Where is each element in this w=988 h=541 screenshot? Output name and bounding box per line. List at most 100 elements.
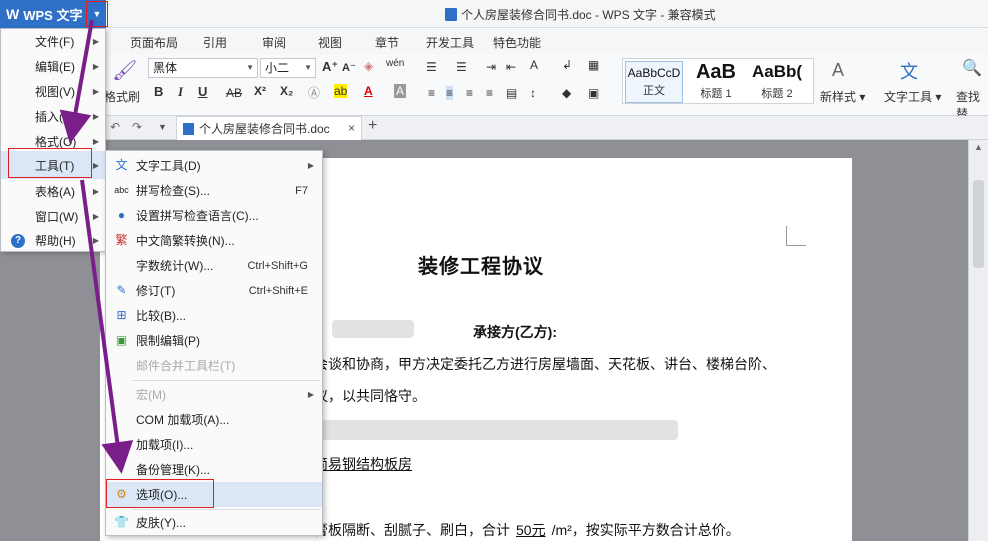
menu-item-com-addins[interactable]: COM 加载项(A)... — [106, 407, 322, 432]
tab-page-layout[interactable]: 页面布局 — [130, 34, 178, 51]
font-color-icon[interactable]: A — [364, 84, 373, 98]
menu-item-spell-check[interactable]: abc 拼写检查(S)... F7 — [106, 178, 322, 203]
tab-view[interactable]: 视图 — [318, 34, 342, 51]
style-heading-1[interactable]: AaB 标题 1 — [687, 61, 745, 103]
highlight-box-tools — [8, 148, 92, 178]
menu-item-file[interactable]: 文件(F) ▶ — [1, 29, 105, 54]
format-painter-label[interactable]: 格式刷 — [104, 88, 140, 105]
text-effect-icon[interactable]: Ⓐ — [308, 84, 320, 101]
tab-review[interactable]: 审阅 — [262, 34, 286, 51]
shrink-font-icon[interactable]: A⁻ — [342, 61, 356, 74]
menu-item-help[interactable]: ? 帮助(H) ▶ — [1, 228, 105, 253]
line-spacing-icon[interactable]: ↕ — [530, 86, 536, 100]
show-hide-marks-icon[interactable]: ↲ — [562, 58, 572, 72]
menu-item-restrict-editing[interactable]: ▣ 限制编辑(P) — [106, 328, 322, 353]
italic-button[interactable]: I — [178, 84, 183, 100]
pinyin-guide-icon[interactable]: wén — [386, 58, 404, 69]
app-main-menu: 文件(F) ▶ 编辑(E) ▶ 视图(V) ▶ 插入(I) ▶ 格式(O) ▶ 工具(T)… — [0, 28, 106, 252]
title-bar: W WPS 文字 ▼ 个人房屋装修合同书.doc - WPS 文字 - 兼容模式 — [0, 0, 988, 28]
highlight-box-options — [106, 479, 214, 508]
submenu-arrow-icon: ▶ — [92, 87, 99, 96]
font-size-select[interactable]: 小二 ▼ — [260, 58, 316, 78]
scrollbar-thumb[interactable] — [973, 180, 984, 268]
table-grid-icon[interactable]: ▦ — [588, 58, 599, 72]
scroll-up-icon[interactable]: ▲ — [974, 142, 983, 152]
ribbon-tabs: 页面布局 引用 审阅 视图 章节 开发工具 特色功能 — [0, 28, 988, 54]
shading-icon[interactable]: ◆ — [562, 86, 571, 100]
tab-developer[interactable]: 开发工具 — [426, 34, 474, 51]
menu-item-skin[interactable]: 👕 皮肤(Y)... — [106, 510, 322, 535]
menu-item-addins[interactable]: 加载项(I)... — [106, 432, 322, 457]
style-normal[interactable]: AaBbCcD 正文 — [625, 61, 683, 103]
menu-item-edit[interactable]: 编辑(E) ▶ — [1, 54, 105, 79]
close-tab-icon[interactable]: × — [348, 121, 355, 135]
align-left-icon[interactable]: ≡ — [428, 86, 435, 100]
menu-item-mail-merge-toolbar: 邮件合并工具栏(T) — [136, 359, 236, 373]
submenu-arrow-icon: ▶ — [92, 37, 99, 46]
menu-item-chinese-conversion[interactable]: 繁中文简繁转换(N)... — [106, 228, 322, 253]
highlight-box-dropdown — [86, 1, 108, 27]
globe-icon: ● — [117, 208, 126, 222]
submenu-arrow-icon: ▶ — [92, 137, 99, 146]
align-center-icon[interactable]: ≡ — [446, 86, 454, 100]
wps-logo-icon: W — [6, 6, 20, 22]
style-heading-2[interactable]: AaBb( 标题 2 — [747, 61, 807, 103]
document-tab[interactable]: 个人房屋装修合同书.doc × — [176, 116, 362, 140]
menu-item-insert[interactable]: 插入(I) ▶ — [1, 104, 105, 129]
grow-font-icon[interactable]: A⁺ — [322, 59, 338, 75]
find-replace-icon: 🔍 — [962, 60, 982, 77]
subscript-icon[interactable]: X₂ — [280, 84, 293, 98]
menu-item-spell-language[interactable]: ● 设置拼写检查语言(C)... — [106, 203, 322, 228]
document-icon — [445, 8, 457, 21]
menu-item-compare[interactable]: ⊞ 比较(B)... — [106, 303, 322, 328]
text-tools-button[interactable]: 文字工具 ▾ — [884, 88, 941, 105]
contractor-label: 承接方(乙方): — [473, 324, 557, 340]
chinese-layout-icon[interactable]: A — [530, 58, 538, 72]
menu-item-table[interactable]: 表格(A) ▶ — [1, 179, 105, 204]
distribute-icon[interactable]: ▤ — [506, 86, 517, 100]
menu-separator — [132, 380, 320, 381]
menu-item-window[interactable]: 窗口(W) ▶ — [1, 204, 105, 229]
align-right-icon[interactable]: ≡ — [466, 86, 473, 100]
redacted-text — [322, 420, 678, 440]
window-title-text: 个人房屋装修合同书.doc - WPS 文字 - 兼容模式 — [461, 8, 716, 22]
new-tab-icon[interactable]: + — [368, 117, 377, 135]
tab-chapter[interactable]: 章节 — [375, 34, 399, 51]
outdent-icon[interactable]: ⇤ — [506, 60, 516, 74]
font-name-select[interactable]: 黑体 ▼ — [148, 58, 258, 78]
submenu-arrow-icon: ▶ — [92, 236, 99, 245]
tab-special-features[interactable]: 特色功能 — [493, 34, 541, 51]
vertical-scrollbar[interactable]: ▲ — [968, 140, 988, 541]
quick-access-dropdown-icon[interactable]: ▼ — [158, 122, 167, 132]
document-tab-bar: ↶ ↷ ▼ 个人房屋装修合同书.doc × + — [0, 116, 988, 140]
justify-icon[interactable]: ≡ — [486, 86, 493, 100]
clear-format-icon[interactable]: ◈ — [364, 59, 373, 73]
text-tools-icon: 文 — [900, 62, 918, 82]
body-line-2: 议，以共同恪守。 — [314, 388, 426, 404]
submenu-arrow-icon: ▶ — [92, 62, 99, 71]
redo-icon[interactable]: ↷ — [132, 120, 142, 134]
text-tools-icon: 文 — [115, 158, 128, 172]
wps-app-button[interactable]: W WPS 文字 — [0, 0, 88, 28]
char-shading-icon[interactable]: A — [394, 84, 407, 98]
highlight-color-icon[interactable]: ab — [334, 84, 348, 98]
menu-item-word-count[interactable]: 字数统计(W)... Ctrl+Shift+G — [106, 253, 322, 278]
strikethrough-icon[interactable]: AB — [226, 86, 242, 100]
document-tab-name: 个人房屋装修合同书.doc — [199, 122, 330, 136]
tab-references[interactable]: 引用 — [203, 34, 227, 51]
undo-icon[interactable]: ↶ — [110, 120, 120, 134]
body-line-1: 会谈和协商，甲方决定委托乙方进行房屋墙面、天花板、讲台、楼梯台阶、 — [314, 356, 776, 372]
menu-item-text-tools[interactable]: 文文字工具(D) ▶ — [106, 153, 322, 178]
underline-button[interactable]: U — [198, 84, 207, 99]
document-icon — [183, 122, 194, 135]
track-changes-icon: ✎ — [116, 283, 127, 297]
numbering-icon[interactable]: ☰ — [456, 60, 467, 74]
bullets-icon[interactable]: ☰ — [426, 60, 437, 74]
menu-item-track-changes[interactable]: ✎ 修订(T) Ctrl+Shift+E — [106, 278, 322, 303]
indent-icon[interactable]: ⇥ — [486, 60, 496, 74]
menu-item-view[interactable]: 视图(V) ▶ — [1, 79, 105, 104]
borders-icon[interactable]: ▣ — [588, 86, 599, 100]
new-style-button[interactable]: 新样式 ▾ — [820, 88, 865, 105]
superscript-icon[interactable]: X² — [254, 84, 266, 98]
bold-button[interactable]: B — [154, 84, 163, 99]
